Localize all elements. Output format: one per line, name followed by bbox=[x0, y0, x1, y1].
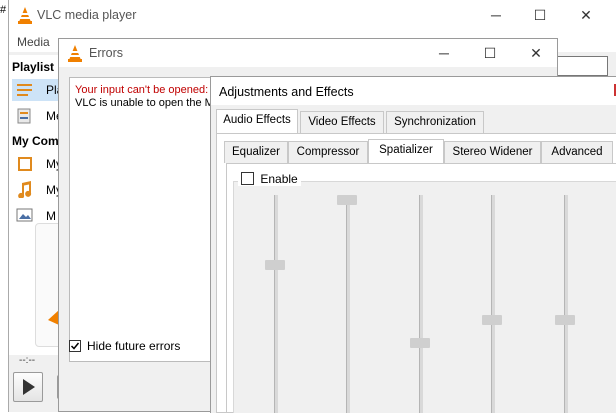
minimize-icon[interactable]: ─ bbox=[437, 46, 451, 60]
playlist-header: Playlist bbox=[12, 60, 55, 74]
maximize-icon[interactable]: ☐ bbox=[483, 46, 497, 60]
maximize-icon[interactable]: ☐ bbox=[533, 8, 547, 22]
time-elapsed: --:-- bbox=[19, 355, 36, 366]
slider-track-1[interactable] bbox=[274, 195, 278, 413]
slider-track-4[interactable] bbox=[491, 195, 495, 413]
slider-track-3[interactable] bbox=[419, 195, 423, 413]
vlc-cone-icon bbox=[18, 7, 32, 24]
close-icon[interactable]: ✕ bbox=[529, 46, 543, 60]
error-detail: VLC is unable to open the MR bbox=[75, 97, 222, 109]
checkmark-icon bbox=[70, 342, 80, 350]
vlc-cone-icon bbox=[68, 45, 82, 62]
play-button[interactable] bbox=[13, 372, 43, 402]
hide-future-errors-label: Hide future errors bbox=[87, 339, 181, 353]
playlist-icon bbox=[17, 84, 32, 96]
videos-icon bbox=[18, 157, 32, 171]
menu-media[interactable]: Media bbox=[17, 35, 50, 49]
music-icon bbox=[18, 181, 32, 198]
slider-track-5[interactable] bbox=[564, 195, 568, 413]
checkbox-box bbox=[69, 340, 81, 352]
media-library-icon bbox=[17, 108, 31, 124]
sidebar-item-label: M bbox=[46, 209, 56, 223]
minimize-icon[interactable]: ─ bbox=[489, 8, 503, 22]
errors-window-title: Errors bbox=[89, 46, 124, 60]
toolbar-field-fragment bbox=[556, 56, 608, 76]
errors-title-bar: Errors ─ ☐ ✕ bbox=[59, 39, 557, 67]
vlc-window-title: VLC media player bbox=[37, 8, 137, 22]
slider-handle-3[interactable] bbox=[410, 337, 430, 348]
background-fragment: # bbox=[0, 4, 7, 16]
slider-handle-4[interactable] bbox=[482, 314, 502, 325]
slider-track-2[interactable] bbox=[346, 195, 350, 413]
tab-spatializer[interactable]: Spatializer bbox=[368, 139, 444, 163]
close-icon[interactable]: ✕ bbox=[579, 8, 593, 22]
slider-handle-5[interactable] bbox=[555, 314, 575, 325]
pictures-icon bbox=[16, 208, 33, 222]
vlc-title-bar: VLC media player ─ ☐ ✕ bbox=[9, 0, 616, 30]
error-headline: Your input can't be opened: bbox=[75, 84, 209, 96]
adjustments-effects-window: Adjustments and Effects Audio Effects Vi… bbox=[210, 76, 616, 413]
tab-audio-effects[interactable]: Audio Effects bbox=[216, 109, 298, 133]
play-icon bbox=[23, 379, 35, 395]
slider-handle-2[interactable] bbox=[337, 195, 357, 205]
slider-handle-1[interactable] bbox=[265, 259, 285, 270]
